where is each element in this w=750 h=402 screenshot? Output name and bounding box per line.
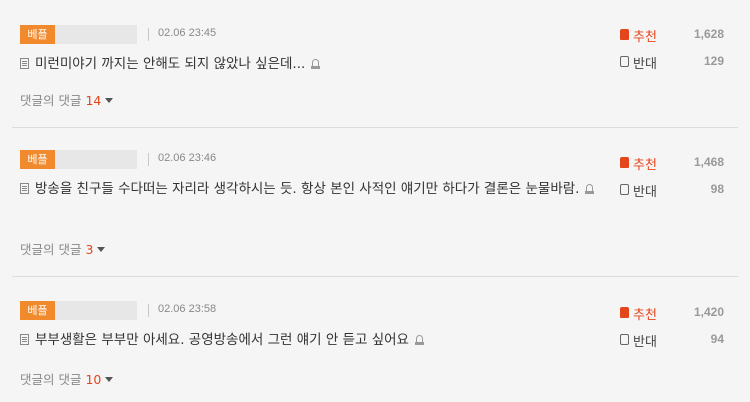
upvote-count: 1,420 [693, 305, 724, 319]
downvote-count: 129 [703, 54, 724, 68]
replies-label: 댓글의 댓글 [20, 372, 82, 387]
downvote-count: 98 [710, 182, 724, 196]
thumbs-up-icon [620, 307, 629, 318]
upvote-count: 1,468 [693, 155, 724, 169]
comment-date: 02.06 23:45 [158, 27, 217, 39]
upvote-label: 추천 [633, 30, 657, 45]
author-nickname-redacted[interactable] [55, 25, 137, 44]
thumbs-down-icon [620, 56, 629, 67]
upvote-button[interactable]: 추천 1,420 [620, 304, 738, 323]
best-badge: 베플 [20, 150, 55, 169]
downvote-label: 반대 [633, 57, 657, 72]
downvote-label: 반대 [633, 185, 657, 200]
downvote-button[interactable]: 반대 129 [620, 53, 738, 72]
author-nickname-redacted[interactable] [55, 150, 137, 169]
upvote-label: 추천 [633, 308, 657, 323]
comment-body: 방송을 친구들 수다떠는 자리라 생각하시는 듯. 항상 본인 사적인 얘기만 … [20, 177, 600, 201]
document-icon [20, 334, 29, 345]
reply-count: 3 [85, 242, 94, 257]
replies-toggle[interactable]: 댓글의 댓글 10 [20, 369, 114, 388]
divider [148, 28, 149, 41]
comment-item: 베플 02.06 23:58 부부생활은 부부만 아세요. 공영방송에서 그런 … [12, 301, 738, 391]
comment-date: 02.06 23:58 [158, 303, 217, 315]
caret-down-icon [105, 377, 114, 382]
replies-label: 댓글의 댓글 [20, 93, 82, 108]
comment-body: 부부생활은 부부만 아세요. 공영방송에서 그런 얘기 안 듣고 싶어요 [20, 328, 600, 352]
divider [148, 304, 149, 317]
comment-item: 베플 02.06 23:45 미런미야기 까지는 안해도 되지 않았나 싶은데.… [12, 25, 738, 115]
upvote-button[interactable]: 추천 1,628 [620, 26, 738, 45]
thumbs-up-icon [620, 29, 629, 40]
downvote-button[interactable]: 반대 94 [620, 331, 738, 350]
upvote-count: 1,628 [693, 27, 724, 41]
document-icon [20, 183, 29, 194]
replies-toggle[interactable]: 댓글의 댓글 3 [20, 239, 106, 258]
upvote-label: 추천 [633, 158, 657, 173]
comment-divider [12, 276, 738, 277]
author-nickname-redacted[interactable] [55, 301, 137, 320]
upvote-button[interactable]: 추천 1,468 [620, 154, 738, 173]
downvote-button[interactable]: 반대 98 [620, 181, 738, 200]
thumbs-down-icon [620, 184, 629, 195]
comment-divider [12, 127, 738, 128]
thumbs-down-icon [620, 334, 629, 345]
caret-down-icon [97, 247, 106, 252]
downvote-count: 94 [710, 332, 724, 346]
document-icon [20, 58, 29, 69]
caret-down-icon [105, 98, 114, 103]
comment-body: 미런미야기 까지는 안해도 되지 않았나 싶은데... [20, 52, 600, 76]
report-icon[interactable] [585, 184, 595, 194]
reply-count: 14 [85, 93, 102, 108]
replies-toggle[interactable]: 댓글의 댓글 14 [20, 90, 114, 109]
divider [148, 153, 149, 166]
comment-text: 미런미야기 까지는 안해도 되지 않았나 싶은데... [35, 56, 306, 72]
comment-text: 부부생활은 부부만 아세요. 공영방송에서 그런 얘기 안 듣고 싶어요 [35, 332, 409, 348]
best-badge: 베플 [20, 301, 55, 320]
reply-count: 10 [85, 372, 102, 387]
comment-date: 02.06 23:46 [158, 152, 217, 164]
downvote-label: 반대 [633, 335, 657, 350]
comment-item: 베플 02.06 23:46 방송을 친구들 수다떠는 자리라 생각하시는 듯.… [12, 150, 738, 258]
report-icon[interactable] [414, 335, 424, 345]
comment-text: 방송을 친구들 수다떠는 자리라 생각하시는 듯. 항상 본인 사적인 얘기만 … [35, 181, 580, 197]
replies-label: 댓글의 댓글 [20, 242, 82, 257]
report-icon[interactable] [311, 59, 321, 69]
best-badge: 베플 [20, 25, 55, 44]
thumbs-up-icon [620, 157, 629, 168]
